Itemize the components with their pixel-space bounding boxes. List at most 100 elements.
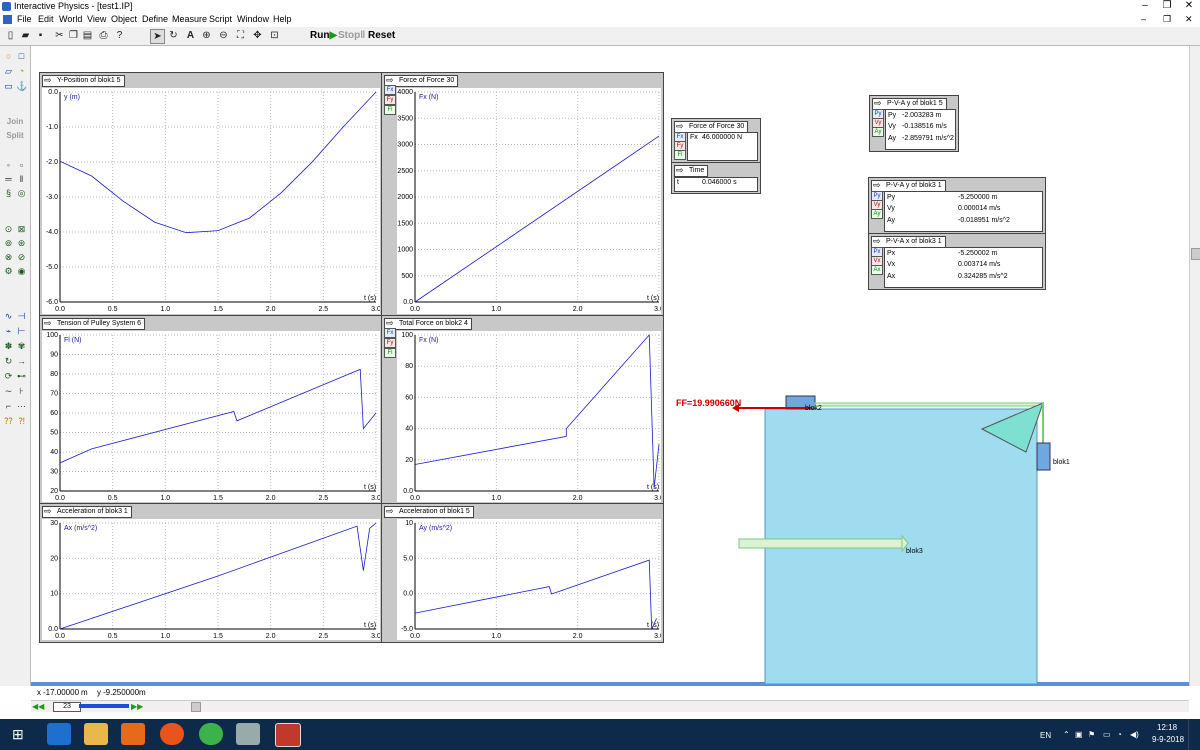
start-icon[interactable]: ⊞ <box>12 727 26 741</box>
menu-edit[interactable]: Edit <box>38 14 54 24</box>
join-button[interactable]: Join <box>1 116 29 127</box>
tray-chevron-icon[interactable]: ⌃ <box>1063 730 1070 739</box>
meter-title[interactable]: Time <box>674 165 709 177</box>
menu-object[interactable]: Object <box>111 14 137 24</box>
ay-button[interactable]: Ay <box>872 127 884 137</box>
square-point-tool-icon[interactable]: ▫ <box>16 160 27 171</box>
text-tool-icon[interactable]: A <box>184 29 197 42</box>
meter-tool-icon[interactable]: ⁇ <box>3 416 14 427</box>
clock-time[interactable]: 12:18 <box>1157 723 1177 732</box>
frame-counter[interactable]: 23 <box>53 702 81 712</box>
arrow-tool-icon[interactable]: ➤ <box>150 29 165 44</box>
doc-restore-icon[interactable]: ❐ <box>1163 14 1171 25</box>
battery-icon[interactable]: ▭ <box>1103 730 1111 739</box>
force-tool-icon[interactable]: → <box>16 356 27 367</box>
fy-button[interactable]: Fy <box>384 95 396 105</box>
track-icon[interactable]: ⊡ <box>268 29 281 42</box>
rotational-spring-icon[interactable]: ✽ <box>3 341 14 352</box>
graph-total-force-blok2[interactable]: Total Force on blok2 4 Fx Fy Fl 100 80 60 4… <box>381 315 664 505</box>
tape-rewind-icon[interactable]: ◀◀ <box>32 702 44 711</box>
split-button[interactable]: Split <box>1 130 29 141</box>
rectangle-tool-icon[interactable]: ▭ <box>3 81 14 92</box>
rotate-tool-icon[interactable]: ↻ <box>167 29 180 42</box>
wheel-joint-icon[interactable]: ◉ <box>16 266 27 277</box>
graph-title[interactable]: Acceleration of blok3 1 <box>42 506 132 518</box>
torque-tool-icon[interactable]: ⟳ <box>3 371 14 382</box>
graph-title[interactable]: Tension of Pulley System 6 <box>42 318 146 330</box>
horizontal-scroll-thumb[interactable] <box>191 702 201 712</box>
fx-button[interactable]: Fx <box>384 328 396 338</box>
doc-close-icon[interactable]: ✕ <box>1185 14 1193 25</box>
minimize-icon[interactable]: – <box>1137 0 1153 12</box>
tape-forward-icon[interactable]: ▶▶ <box>131 702 143 711</box>
fl-button[interactable]: Fl <box>384 105 396 115</box>
close-icon[interactable]: ✕ <box>1181 0 1197 12</box>
curve-tool-icon[interactable]: ◔ <box>16 66 27 77</box>
menu-help[interactable]: Help <box>273 14 292 24</box>
graph-tension-pulley[interactable]: Tension of Pulley System 6 100 90 80 70 60 50… <box>39 315 383 505</box>
menu-world[interactable]: World <box>59 14 82 24</box>
graph-force30[interactable]: Force of Force 30 Fx Fy Fl 4000350030002… <box>381 72 664 317</box>
menu-define[interactable]: Define <box>142 14 168 24</box>
pan-icon[interactable]: ✥ <box>251 29 264 42</box>
motor-tool-icon[interactable]: ↻ <box>3 356 14 367</box>
graph-title[interactable]: Total Force on blok2 4 <box>384 318 472 330</box>
actuator-joint-icon[interactable]: ⊘ <box>16 252 27 263</box>
zoom-in-icon[interactable]: ⊕ <box>200 29 213 42</box>
rope-tool-icon[interactable]: § <box>3 188 14 199</box>
rod-tool-icon[interactable]: ⌁ <box>3 326 14 337</box>
gear-joint-icon[interactable]: ⚙ <box>3 266 14 277</box>
copy-icon[interactable]: ❐ <box>67 29 80 42</box>
ay-button[interactable]: Ay <box>871 209 883 219</box>
graph-y-position-blok1[interactable]: Y-Position of blok1 5 0.0 -1.0 -2.0 -3.0 -4.… <box>39 72 383 317</box>
blok1-body[interactable] <box>1036 442 1051 471</box>
doc-minimize-icon[interactable]: – <box>1141 14 1146 24</box>
pulley-tool-icon[interactable]: ◎ <box>16 188 27 199</box>
wifi-icon[interactable]: ◔ <box>1117 730 1122 739</box>
circle-tool-icon[interactable]: ○ <box>3 51 14 62</box>
show-desktop-button[interactable] <box>1188 719 1199 750</box>
meter-pva-y-blok1[interactable]: P-V-A y of blok1 5 Py Vy Ay Py -2.003283… <box>869 95 959 152</box>
doc-icon[interactable] <box>3 15 12 24</box>
vertical-scroll-thumb[interactable] <box>1191 248 1200 260</box>
print-icon[interactable]: ⎙ <box>97 29 110 42</box>
chrome-icon[interactable] <box>199 723 223 745</box>
maximize-icon[interactable]: ❐ <box>1159 0 1175 12</box>
damper-joint-icon[interactable]: ⊛ <box>16 238 27 249</box>
fl-button[interactable]: Fl <box>384 348 396 358</box>
reset-button[interactable]: Reset <box>368 29 395 42</box>
fy-button[interactable]: Fy <box>384 338 396 348</box>
flag-icon[interactable]: ⚑ <box>1088 730 1095 739</box>
run-button[interactable]: Run▶ <box>310 29 337 42</box>
language-indicator[interactable]: EN <box>1040 731 1051 740</box>
internet-explorer-icon[interactable] <box>47 723 71 745</box>
fl-button[interactable]: Fl <box>674 150 686 160</box>
meter-time[interactable]: Time t 0.046000 s <box>671 162 761 194</box>
menu-script[interactable]: Script <box>209 14 232 24</box>
slot-tool-icon[interactable]: ═ <box>3 174 14 185</box>
polygon-tool-icon[interactable]: ▱ <box>3 66 14 77</box>
pulley-line-icon[interactable]: ⌐ <box>3 401 14 412</box>
cut-icon[interactable]: ✂ <box>53 29 66 42</box>
rope-line-icon[interactable]: ∼ <box>3 386 14 397</box>
graph-title[interactable]: Acceleration of blok1 5 <box>384 506 474 518</box>
ax-button[interactable]: Ax <box>871 265 883 275</box>
linear-line-icon[interactable]: ⋯ <box>16 401 27 412</box>
menu-view[interactable]: View <box>87 14 106 24</box>
spring-tool-icon[interactable]: ∿ <box>3 311 14 322</box>
tape-progress[interactable] <box>79 704 129 708</box>
settings-app-icon[interactable] <box>236 723 260 745</box>
fx-button[interactable]: Fx <box>384 85 396 95</box>
vertical-scrollbar[interactable] <box>1189 46 1200 686</box>
open-folder-icon[interactable]: ▰ <box>19 29 32 42</box>
actuator-tool-icon[interactable]: ⊷ <box>16 371 27 382</box>
file-explorer-icon[interactable] <box>84 723 108 745</box>
menu-measure[interactable]: Measure <box>172 14 207 24</box>
zoom-fit-icon[interactable]: ⛶ <box>234 29 247 42</box>
firefox-icon[interactable] <box>160 723 184 745</box>
media-player-icon[interactable] <box>121 723 145 745</box>
square-tool-icon[interactable]: □ <box>16 51 27 62</box>
graph-title[interactable]: Y-Position of blok1 5 <box>42 75 125 87</box>
paste-icon[interactable]: ▤ <box>81 29 94 42</box>
interactive-physics-icon[interactable] <box>275 723 301 747</box>
